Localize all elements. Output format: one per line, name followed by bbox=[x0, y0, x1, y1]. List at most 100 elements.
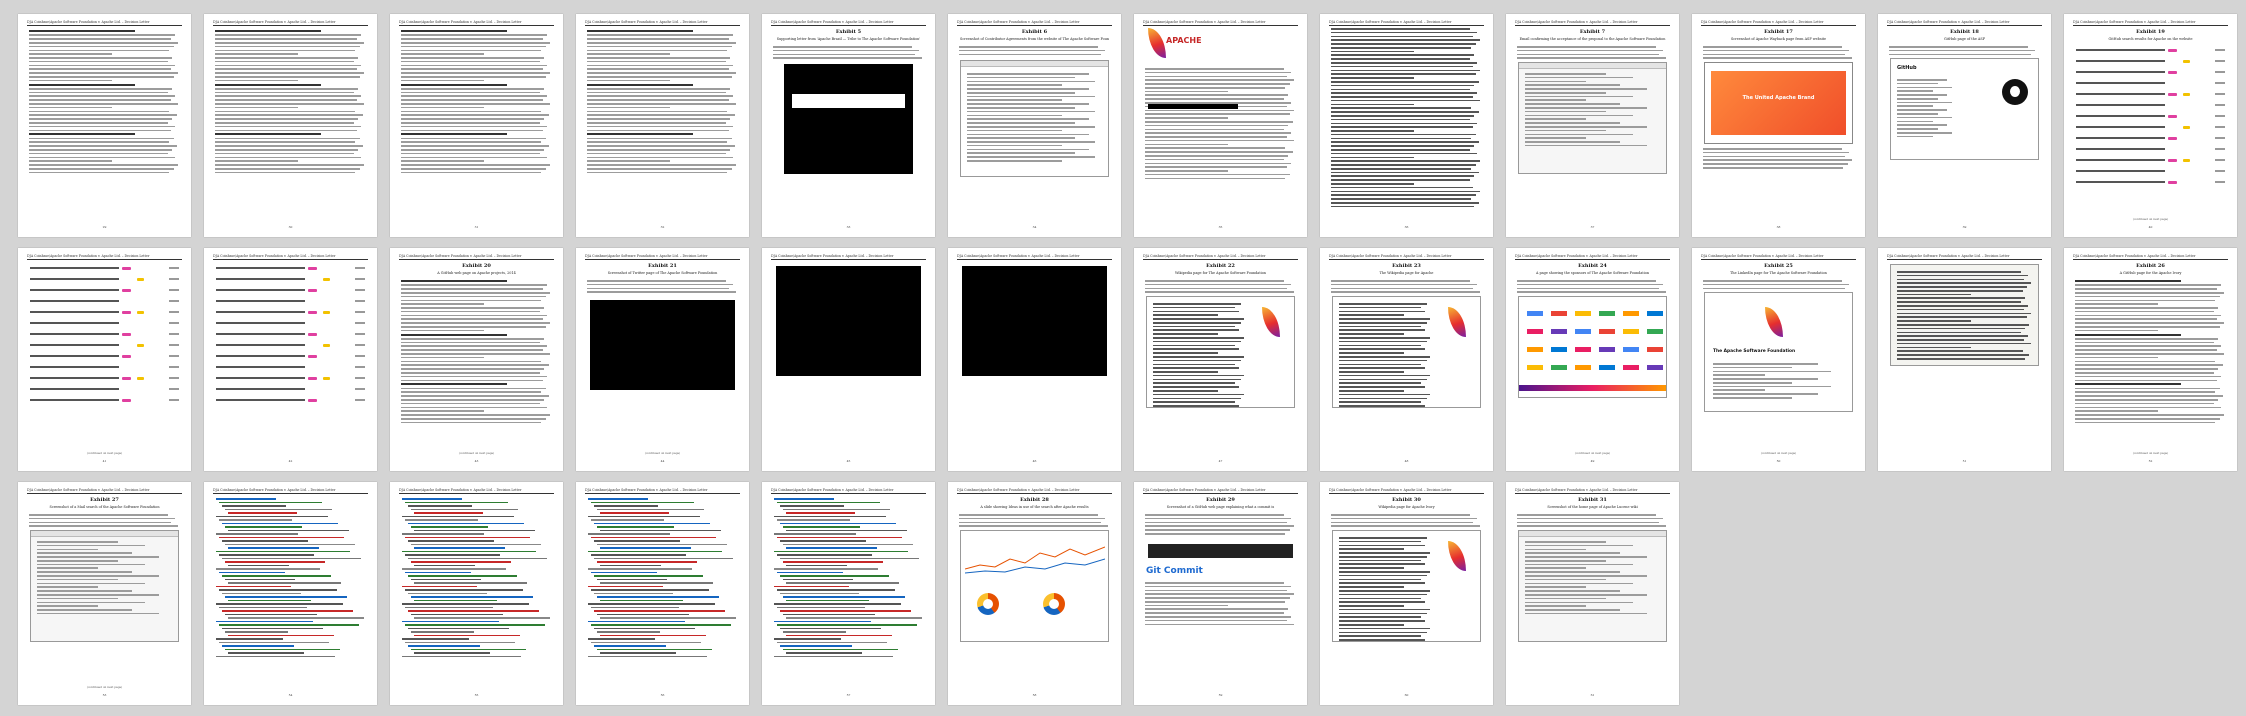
apache-logo-text: APACHE bbox=[1166, 36, 1202, 45]
running-header: DJA Coinbase/Apache Software Foundation … bbox=[1143, 254, 1298, 260]
search-result-row bbox=[2076, 169, 2225, 174]
document-page[interactable]: DJA Coinbase/Apache Software Foundation … bbox=[1506, 482, 1679, 705]
exhibit-subtitle: Wikipedia page for The Apache Software F… bbox=[1174, 271, 1266, 275]
page-number: 53 bbox=[102, 693, 107, 697]
web-screenshot bbox=[1518, 530, 1667, 642]
document-page[interactable]: DJA Coinbase/Apache Software Foundation … bbox=[576, 14, 749, 237]
document-page[interactable]: DJA Coinbase/Apache Software Foundation … bbox=[948, 482, 1121, 705]
document-page[interactable]: DJA Coinbase/Apache Software Foundation … bbox=[1134, 248, 1307, 471]
document-page[interactable]: DJA Coinbase/Apache Software Foundation … bbox=[2064, 14, 2237, 237]
running-header: DJA Coinbase/Apache Software Foundation … bbox=[585, 20, 740, 26]
running-header: DJA Coinbase/Apache Software Foundation … bbox=[1143, 488, 1298, 494]
document-page[interactable]: DJA Coinbase/Apache Software Foundation … bbox=[576, 482, 749, 705]
trend-chart bbox=[965, 546, 1105, 574]
running-header: DJA Coinbase/Apache Software Foundation … bbox=[2073, 20, 2228, 26]
apache-feather-logo bbox=[1765, 307, 1783, 337]
document-page[interactable]: DJA Coinbase/Apache Software Foundation … bbox=[1878, 248, 2051, 471]
document-page[interactable]: DJA Coinbase/Apache Software Foundation … bbox=[1320, 482, 1493, 705]
document-page[interactable]: DJA Coinbase/Apache Software Foundation … bbox=[576, 248, 749, 471]
document-page[interactable]: DJA Coinbase/Apache Software Foundation … bbox=[762, 14, 935, 237]
search-result-row bbox=[216, 277, 365, 282]
running-header: DJA Coinbase/Apache Software Foundation … bbox=[771, 488, 926, 494]
search-result-row bbox=[2076, 180, 2225, 185]
page-number: 54 bbox=[288, 693, 293, 697]
running-header: DJA Coinbase/Apache Software Foundation … bbox=[27, 488, 182, 494]
page-number: 40 bbox=[2148, 225, 2153, 229]
apache-banner-image: The United Apache Brand bbox=[1704, 62, 1853, 144]
document-page[interactable]: DJA Coinbase/Apache Software Foundation … bbox=[1692, 14, 1865, 237]
document-page[interactable]: DJA Coinbase/Apache Software Foundation … bbox=[948, 248, 1121, 471]
document-page[interactable]: DJA Coinbase/Apache Software Foundation … bbox=[1320, 14, 1493, 237]
text-lines bbox=[29, 514, 180, 529]
redaction bbox=[1148, 104, 1238, 109]
search-result-row bbox=[30, 387, 179, 392]
running-header: DJA Coinbase/Apache Software Foundation … bbox=[399, 20, 554, 26]
search-result-row bbox=[2076, 103, 2225, 108]
page-number: 52 bbox=[2148, 459, 2153, 463]
document-page[interactable]: DJA Coinbase/Apache Software Foundation … bbox=[1878, 14, 2051, 237]
document-page[interactable]: DJA Coinbase/Apache Software Foundation … bbox=[18, 482, 191, 705]
sponsor-logo bbox=[1647, 347, 1663, 352]
continued-note: (continued on next page) bbox=[2132, 451, 2169, 455]
running-header: DJA Coinbase/Apache Software Foundation … bbox=[1515, 20, 1670, 26]
text-lines bbox=[1145, 280, 1296, 295]
document-page[interactable]: DJA Coinbase/Apache Software Foundation … bbox=[390, 14, 563, 237]
document-page[interactable]: DJA Coinbase/Apache Software Foundation … bbox=[204, 482, 377, 705]
document-page[interactable]: DJA Coinbase/Apache Software Foundation … bbox=[18, 248, 191, 471]
page-number: 29 bbox=[102, 225, 107, 229]
page-number: 58 bbox=[1032, 693, 1037, 697]
sponsor-logo bbox=[1647, 365, 1663, 370]
code-listing bbox=[216, 498, 365, 659]
exhibit-subtitle: A page showing the sponsors of The Apach… bbox=[1535, 271, 1650, 275]
running-header: DJA Coinbase/Apache Software Foundation … bbox=[2073, 254, 2228, 260]
search-result-row bbox=[30, 332, 179, 337]
document-page[interactable]: DJA Coinbase/Apache Software Foundation … bbox=[390, 248, 563, 471]
text-lines bbox=[1713, 363, 1844, 401]
document-page[interactable]: DJA Coinbase/Apache Software Foundation … bbox=[1320, 248, 1493, 471]
document-page[interactable]: DJA Coinbase/Apache Software Foundation … bbox=[18, 14, 191, 237]
document-page[interactable]: DJA Coinbase/Apache Software Foundation … bbox=[1134, 482, 1307, 705]
exhibit-subtitle: Wikipedia page for Apache Ivory bbox=[1378, 505, 1435, 509]
document-page[interactable]: DJA Coinbase/Apache Software Foundation … bbox=[762, 248, 935, 471]
github-screenshot: GitHub bbox=[1890, 58, 2039, 160]
search-result-row bbox=[216, 266, 365, 271]
text-lines bbox=[1703, 280, 1854, 291]
text-lines bbox=[1703, 46, 1854, 61]
page-number: 36 bbox=[1404, 225, 1409, 229]
search-result-row bbox=[216, 354, 365, 359]
exhibit-subtitle: A slide showing Ideas in use of the sear… bbox=[980, 505, 1089, 509]
document-page[interactable]: DJA Coinbase/Apache Software Foundation … bbox=[1506, 14, 1679, 237]
document-page[interactable]: DJA Coinbase/Apache Software Foundation … bbox=[204, 248, 377, 471]
text-lines bbox=[1339, 537, 1432, 641]
search-result-row bbox=[30, 266, 179, 271]
apache-feather-logo bbox=[1148, 28, 1166, 58]
document-page[interactable]: DJA Coinbase/Apache Software Foundation … bbox=[204, 14, 377, 237]
search-result-row bbox=[2076, 70, 2225, 75]
search-result-row bbox=[216, 332, 365, 337]
sponsor-logo bbox=[1527, 329, 1543, 334]
search-result-row bbox=[30, 398, 179, 403]
exhibit-title: Exhibit 17 bbox=[1764, 29, 1793, 35]
search-result-row bbox=[30, 376, 179, 381]
document-page[interactable]: DJA Coinbase/Apache Software Foundation … bbox=[1692, 248, 1865, 471]
running-header: DJA Coinbase/Apache Software Foundation … bbox=[27, 254, 182, 260]
sponsor-logo bbox=[1551, 329, 1567, 334]
search-result-row bbox=[2076, 158, 2225, 163]
document-page[interactable]: DJA Coinbase/Apache Software Foundation … bbox=[390, 482, 563, 705]
document-page[interactable]: DJA Coinbase/Apache Software Foundation … bbox=[1506, 248, 1679, 471]
search-result-row bbox=[2076, 92, 2225, 97]
sponsor-logo bbox=[1527, 347, 1543, 352]
sponsor-logo bbox=[1599, 311, 1615, 316]
document-page[interactable]: DJA Coinbase/Apache Software Foundation … bbox=[2064, 248, 2237, 471]
document-page[interactable]: DJA Coinbase/Apache Software Foundation … bbox=[948, 14, 1121, 237]
page-number: 34 bbox=[1032, 225, 1037, 229]
document-page[interactable]: DJA Coinbase/Apache Software Foundation … bbox=[762, 482, 935, 705]
donut-chart bbox=[977, 593, 999, 615]
page-number: 61 bbox=[1590, 693, 1595, 697]
text-lines bbox=[29, 30, 180, 175]
search-result-row bbox=[30, 321, 179, 326]
sponsor-logo bbox=[1623, 365, 1639, 370]
exhibit-title: Exhibit 26 bbox=[2136, 263, 2165, 269]
document-page[interactable]: DJA Coinbase/Apache Software Foundation … bbox=[1134, 14, 1307, 237]
running-header: DJA Coinbase/Apache Software Foundation … bbox=[585, 254, 740, 260]
